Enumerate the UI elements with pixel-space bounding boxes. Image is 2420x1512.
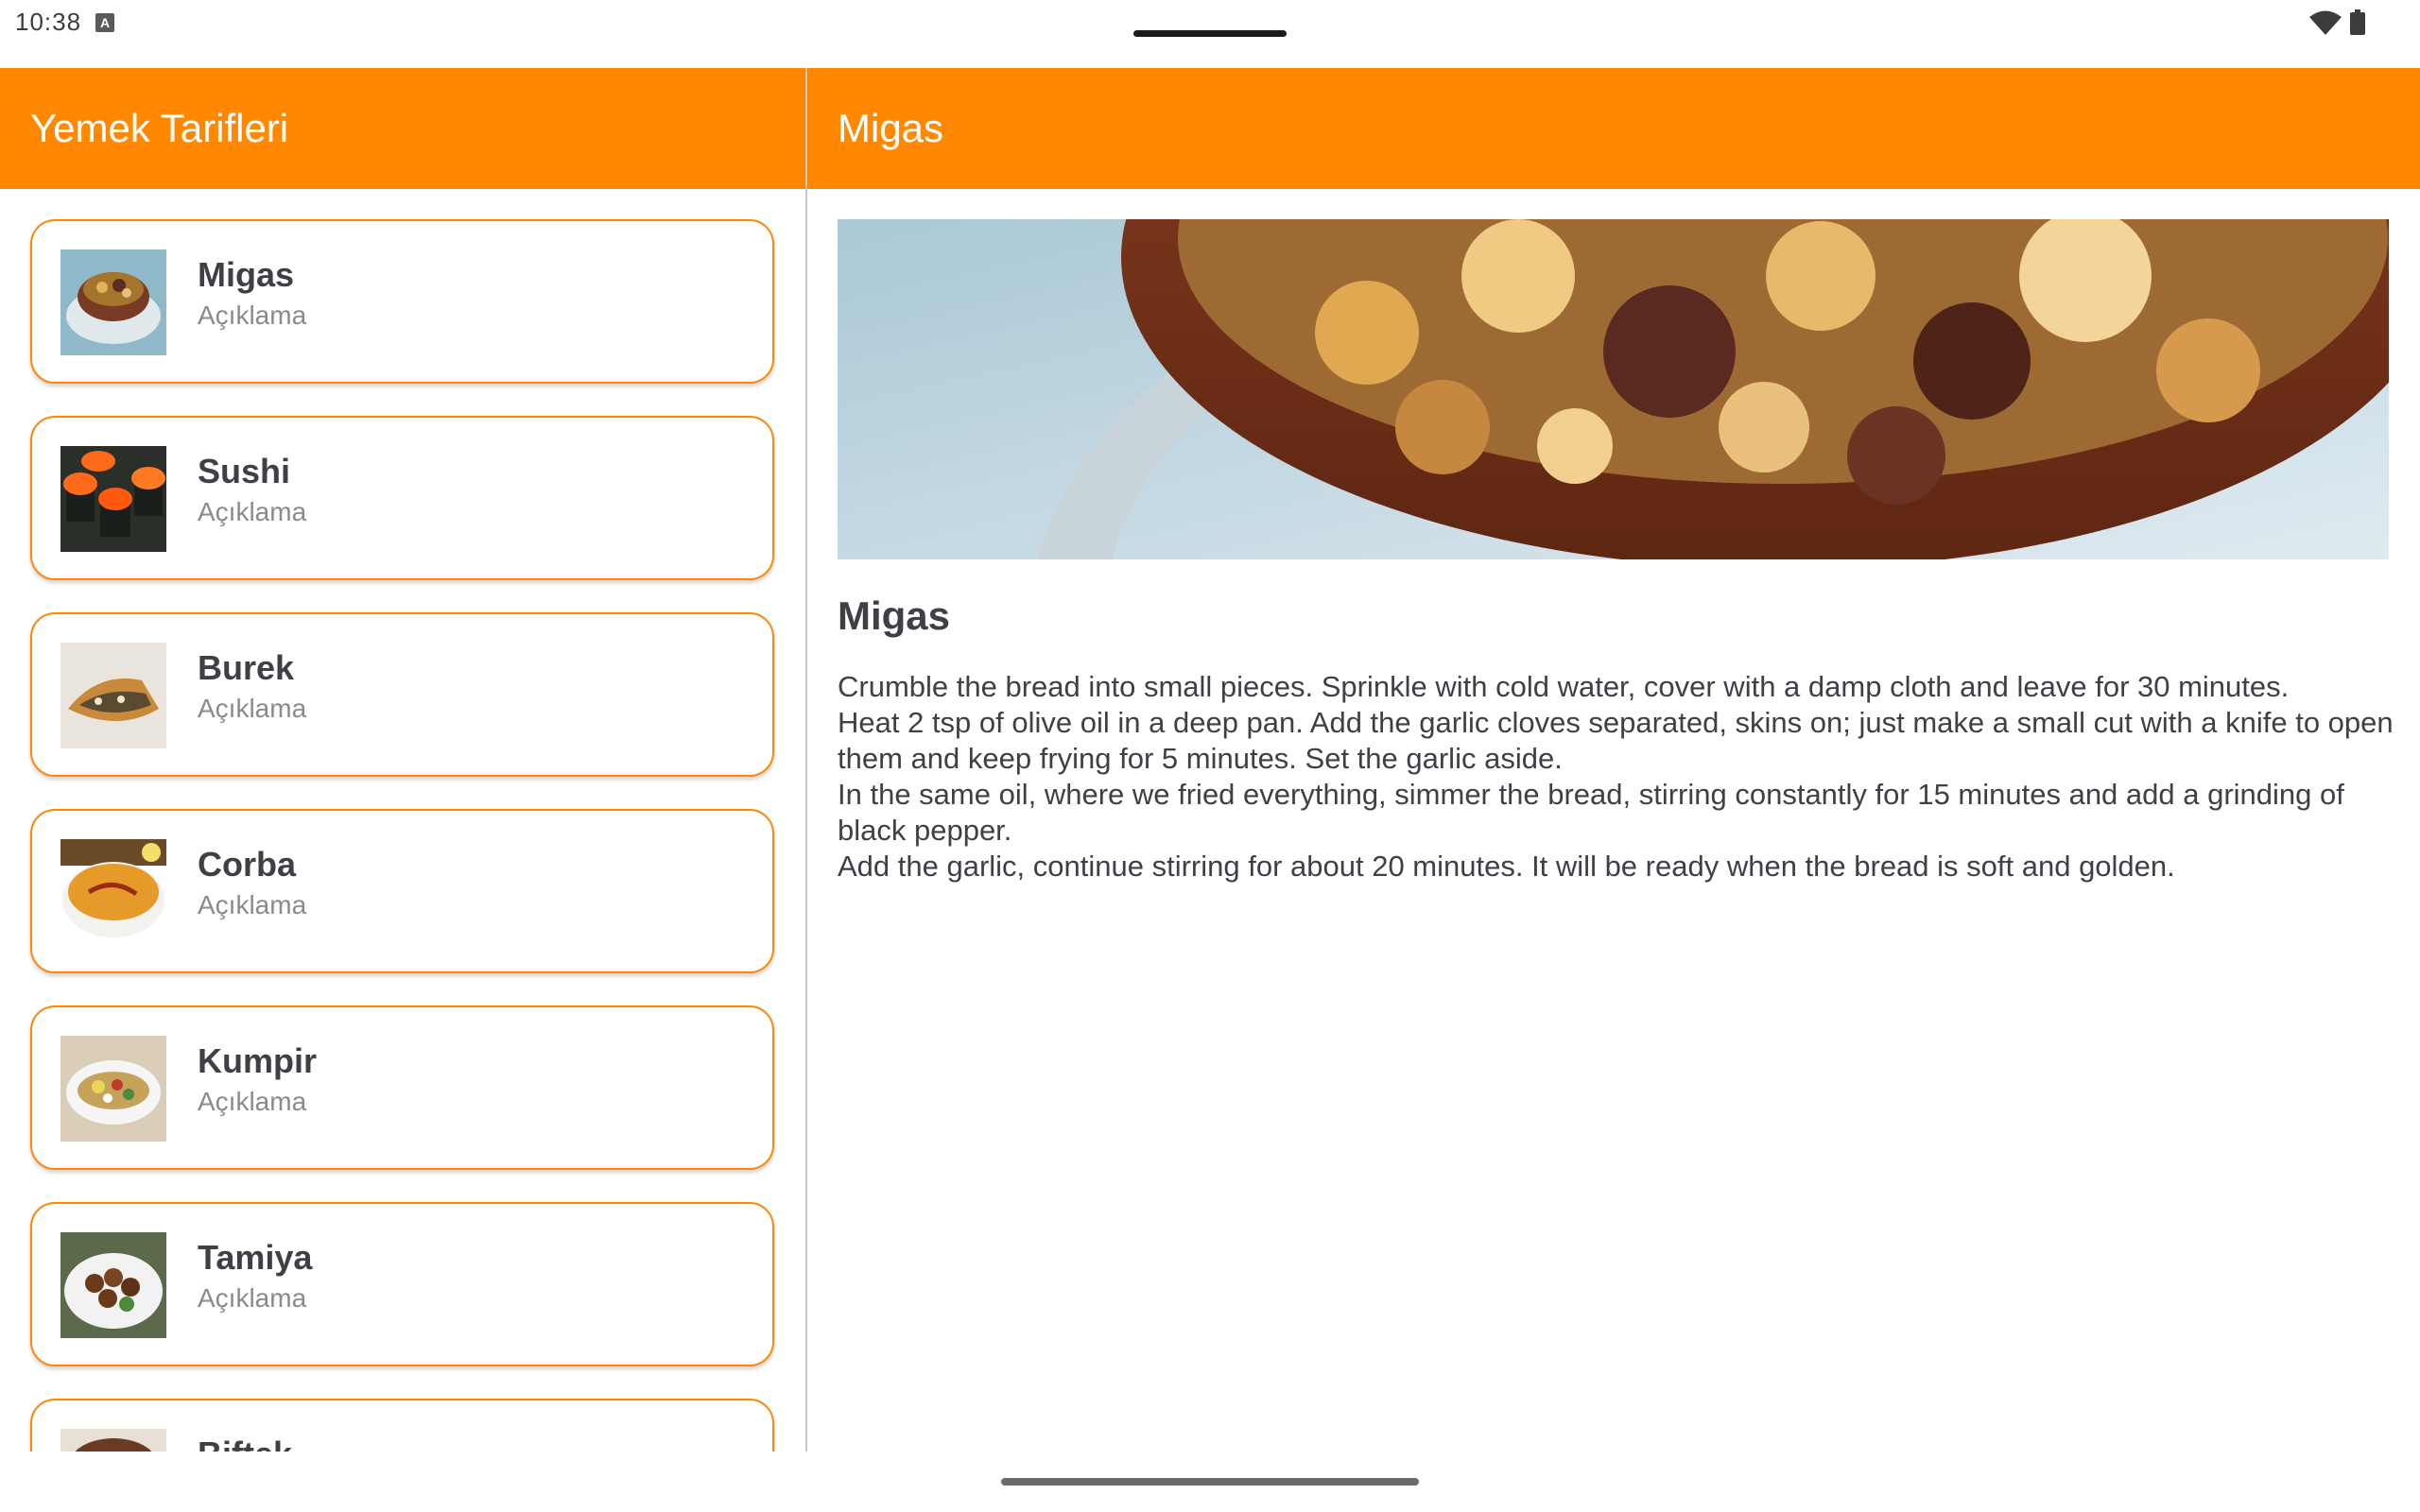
recipe-card-kumpir[interactable]: Kumpir Açıklama bbox=[30, 1005, 774, 1170]
recipe-subtitle: Açıklama bbox=[198, 694, 307, 723]
recipe-list[interactable]: Migas Açıklama Sushi Açıklama Burek Açık… bbox=[0, 189, 805, 1452]
recipe-subtitle: Açıklama bbox=[198, 301, 307, 330]
recipe-subtitle: Açıklama bbox=[198, 1283, 307, 1313]
recipe-title: Sushi bbox=[198, 452, 291, 490]
corba-thumbnail bbox=[60, 839, 166, 945]
recipe-card-corba[interactable]: Corba Açıklama bbox=[30, 809, 774, 973]
sushi-thumbnail bbox=[60, 446, 166, 552]
pane-divider bbox=[805, 68, 807, 1452]
recipe-detail-title: Migas bbox=[838, 593, 951, 638]
detail-app-bar: Migas bbox=[807, 68, 2420, 189]
recipe-subtitle: Açıklama bbox=[198, 1087, 307, 1116]
recipe-card-burek[interactable]: Burek Açıklama bbox=[30, 612, 774, 777]
gesture-nav-handle[interactable] bbox=[1001, 1478, 1419, 1486]
recipe-title: Corba bbox=[198, 845, 297, 884]
list-app-bar: Yemek Tarifleri bbox=[0, 68, 805, 189]
notification-a-icon: A bbox=[95, 13, 114, 32]
recipe-card-biftek[interactable]: Biftek bbox=[30, 1399, 774, 1452]
recipe-title: Tamiya bbox=[198, 1238, 313, 1277]
burek-thumbnail bbox=[60, 643, 166, 748]
recipe-title: Biftek bbox=[198, 1435, 292, 1452]
kumpir-thumbnail bbox=[60, 1036, 166, 1142]
detail-header-title: Migas bbox=[838, 106, 944, 150]
recipe-card-sushi[interactable]: Sushi Açıklama bbox=[30, 416, 774, 580]
recipe-title: Kumpir bbox=[198, 1041, 317, 1080]
recipe-description: Crumble the bread into small pieces. Spr… bbox=[838, 670, 2394, 883]
recipe-hero-image bbox=[838, 219, 2389, 559]
battery-icon bbox=[2350, 9, 2365, 35]
app-title: Yemek Tarifleri bbox=[30, 106, 289, 150]
recipe-card-tamiya[interactable]: Tamiya Açıklama bbox=[30, 1202, 774, 1366]
camera-pill bbox=[1133, 30, 1287, 37]
wifi-icon bbox=[2309, 10, 2342, 35]
status-time: 10:38 bbox=[15, 8, 82, 36]
migas-thumbnail bbox=[60, 249, 166, 355]
recipe-title: Migas bbox=[198, 255, 295, 294]
recipe-subtitle: Açıklama bbox=[198, 890, 307, 919]
recipe-subtitle: Açıklama bbox=[198, 497, 307, 526]
biftek-thumbnail bbox=[60, 1429, 166, 1452]
status-bar: 10:38 A bbox=[0, 0, 2420, 68]
recipe-card-migas[interactable]: Migas Açıklama bbox=[30, 219, 774, 384]
recipe-title: Burek bbox=[198, 648, 295, 687]
tamiya-thumbnail bbox=[60, 1232, 166, 1338]
